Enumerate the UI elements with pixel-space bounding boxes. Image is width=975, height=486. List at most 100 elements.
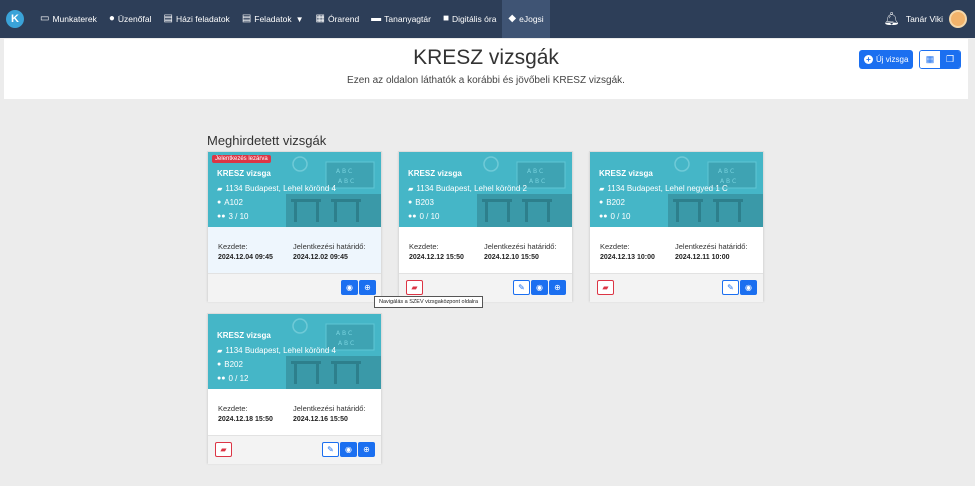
card-room: ● A102: [217, 198, 243, 207]
card-view-button[interactable]: ❐: [940, 51, 960, 68]
start-label: Kezdete:: [600, 242, 630, 251]
view-button[interactable]: ◉: [340, 442, 357, 457]
chat-icon: ●: [108, 13, 115, 24]
view-button[interactable]: ◉: [740, 280, 757, 295]
delete-button[interactable]: ▰: [406, 280, 423, 295]
card-title: KRESZ vizsga: [408, 169, 462, 178]
card-room: ● B202: [217, 360, 243, 369]
card-room: ● B203: [408, 198, 434, 207]
nav-item-tananyagtar[interactable]: ▬ Tananyagtár: [365, 0, 437, 38]
view-button[interactable]: ◉: [531, 280, 548, 295]
edit-button[interactable]: ✎: [322, 442, 339, 457]
open-website-button[interactable]: ⊕: [549, 280, 566, 295]
plus-icon: +: [864, 55, 873, 64]
edit-button[interactable]: ✎: [722, 280, 739, 295]
trash-icon: ▰: [411, 283, 418, 292]
card-header: A B C A B C KRESZ vizsga ▰ 1134 Budapest,…: [590, 152, 763, 227]
card-dates: Kezdete: 2024.12.04 09:45 Jelentkezési h…: [208, 227, 381, 273]
nav-item-label: Tananyagtár: [384, 14, 431, 24]
nav-item-ejogsi[interactable]: ◆ eJogsi: [502, 0, 550, 38]
globe-icon: ⊕: [364, 283, 371, 292]
card-title: KRESZ vizsga: [599, 169, 653, 178]
svg-text:A B C: A B C: [338, 340, 354, 347]
map-icon: ▰: [408, 185, 414, 193]
map-icon: ▰: [599, 185, 605, 193]
start-value: 2024.12.18 15:50: [218, 416, 273, 423]
edit-icon: ✎: [518, 283, 525, 292]
tooltip: Navigálás a SZEV vizsgaközpont oldalra: [374, 296, 484, 308]
edit-button[interactable]: ✎: [513, 280, 530, 295]
card-count-text: 3 / 10: [228, 212, 249, 221]
users-icon: ●●: [217, 213, 226, 220]
cards-icon: ❐: [945, 54, 955, 64]
svg-text:A B C: A B C: [718, 168, 734, 175]
user-name[interactable]: Tanár Viki: [906, 14, 943, 24]
avatar[interactable]: [949, 10, 967, 28]
start-label: Kezdete:: [218, 404, 248, 413]
card-room: ● B202: [599, 198, 625, 207]
exam-card: A B C A B C Jelentkezés lezárva KRESZ vi…: [207, 151, 382, 302]
card-address-text: 1134 Budapest, Lehel körönd 4: [225, 184, 336, 193]
map-icon: ▰: [217, 347, 223, 355]
section-title: Meghirdetett vizsgák: [207, 133, 327, 148]
clipboard-icon: ▤: [241, 13, 252, 24]
nav-item-uzenofal[interactable]: ● Üzenőfal: [103, 0, 158, 38]
nav-item-label: Üzenőfal: [117, 14, 152, 24]
table-view-button[interactable]: ▦: [920, 51, 940, 68]
top-navbar: K ▭ Munkaterek ● Üzenőfal ▤ Házi feladat…: [0, 0, 975, 38]
exam-card: A B C A B C KRESZ vizsga ▰ 1134 Budapest,…: [398, 151, 573, 302]
trash-icon: ▰: [220, 445, 227, 454]
deadline-label: Jelentkezési határidő:: [484, 242, 557, 251]
users-icon: ●●: [599, 213, 608, 220]
bell-icon[interactable]: 🔔︎: [883, 11, 900, 27]
book-icon: ▬: [371, 13, 382, 24]
card-count-text: 0 / 12: [228, 374, 249, 383]
page-title: KRESZ vizsgák: [413, 46, 559, 69]
delete-button[interactable]: ▰: [215, 442, 232, 457]
nav-item-label: Munkaterek: [52, 14, 97, 24]
nav-item-feladatok[interactable]: ▤ Feladatok ▼: [236, 0, 310, 38]
location-pin-icon: ●: [217, 199, 222, 206]
edit-icon: ✎: [727, 283, 734, 292]
globe-icon: ⊕: [363, 445, 370, 454]
nav-item-munkaterek[interactable]: ▭ Munkaterek: [34, 0, 103, 38]
start-label: Kezdete:: [409, 242, 439, 251]
nav-item-hazi-feladatok[interactable]: ▤ Házi feladatok: [157, 0, 235, 38]
page-header: KRESZ vizsgák Ezen az oldalon láthatók a…: [4, 39, 968, 99]
document-icon: ▤: [163, 13, 173, 24]
card-dates: Kezdete: 2024.12.12 15:50 Jelentkezési h…: [399, 227, 572, 273]
view-button[interactable]: ◉: [341, 280, 358, 295]
svg-text:A B C: A B C: [529, 178, 545, 185]
delete-button[interactable]: ▰: [597, 280, 614, 295]
card-actions: ◉ ⊕: [208, 273, 381, 302]
video-icon: ■: [442, 13, 450, 24]
deadline-value: 2024.12.10 15:50: [484, 254, 539, 261]
location-pin-icon: ●: [217, 361, 222, 368]
nav-item-digitalis-ora[interactable]: ■ Digitális óra: [437, 0, 502, 38]
status-badge: Jelentkezés lezárva: [212, 155, 271, 163]
exam-card: A B C A B C KRESZ vizsga ▰ 1134 Budapest,…: [207, 313, 382, 464]
card-participants: ●● 3 / 10: [217, 212, 248, 221]
open-website-button[interactable]: ⊕: [358, 442, 375, 457]
card-dates: Kezdete: 2024.12.18 15:50 Jelentkezési h…: [208, 389, 381, 435]
card-header: A B C A B C Jelentkezés lezárva KRESZ vi…: [208, 152, 381, 227]
nav-item-label: Órarend: [327, 14, 360, 24]
card-participants: ●● 0 / 10: [599, 212, 630, 221]
deadline-label: Jelentkezési határidő:: [293, 242, 366, 251]
eye-icon: ◉: [745, 283, 752, 292]
nav-item-label: eJogsi: [519, 14, 544, 24]
trash-icon: ▰: [602, 283, 609, 292]
new-exam-button[interactable]: + Új vizsga: [859, 50, 914, 69]
nav-item-orarend[interactable]: ▦ Órarend: [310, 0, 366, 38]
open-website-button[interactable]: ⊕: [359, 280, 376, 295]
card-participants: ●● 0 / 12: [217, 374, 248, 383]
users-icon: ●●: [408, 213, 417, 220]
deadline-label: Jelentkezési határidő:: [293, 404, 366, 413]
calendar-icon: ▦: [315, 13, 325, 24]
card-address: ▰ 1134 Budapest, Lehel körönd 4: [217, 346, 336, 355]
start-label: Kezdete:: [218, 242, 248, 251]
app-logo[interactable]: K: [6, 10, 24, 28]
nav-item-label: Digitális óra: [452, 14, 497, 24]
card-room-text: B202: [606, 198, 625, 207]
laptop-icon: ▭: [40, 13, 50, 24]
